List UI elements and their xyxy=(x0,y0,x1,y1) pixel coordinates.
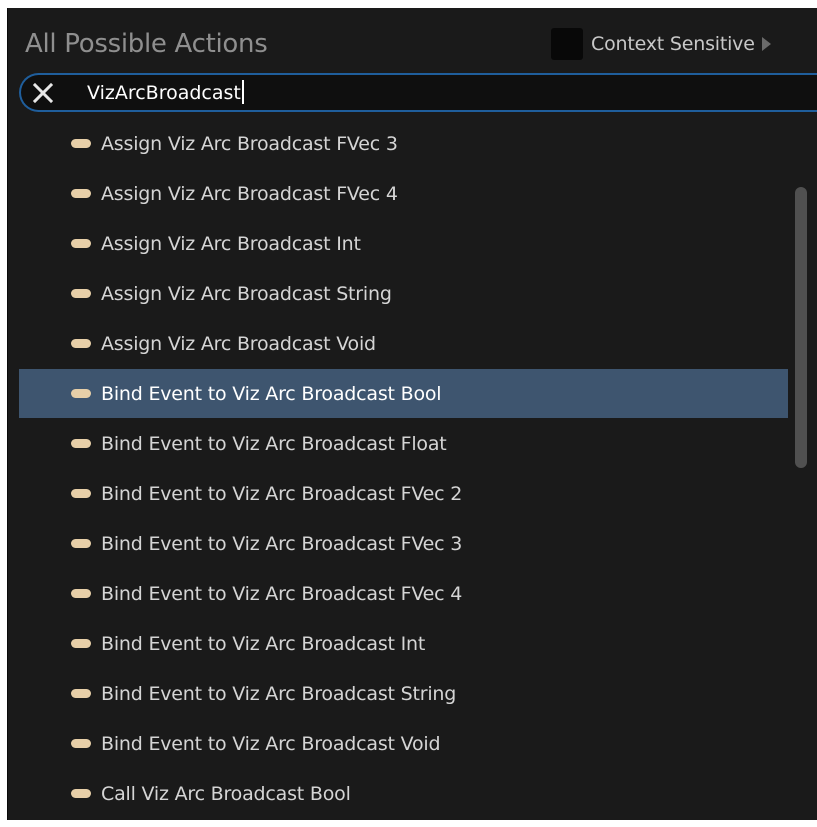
variable-pill-icon xyxy=(71,139,91,148)
action-list-item[interactable]: Bind Event to Viz Arc Broadcast Bool xyxy=(19,369,788,418)
action-list-item[interactable]: Assign Viz Arc Broadcast Void xyxy=(19,319,788,368)
action-list-item[interactable]: Bind Event to Viz Arc Broadcast Void xyxy=(19,719,788,768)
action-list-item-label: Assign Viz Arc Broadcast FVec 3 xyxy=(101,132,398,155)
variable-pill-icon xyxy=(71,739,91,748)
scrollbar-thumb[interactable] xyxy=(795,187,807,468)
close-icon[interactable] xyxy=(31,81,55,105)
action-list-item[interactable]: Assign Viz Arc Broadcast String xyxy=(19,269,788,318)
action-list-item[interactable]: Bind Event to Viz Arc Broadcast Float xyxy=(19,419,788,468)
variable-pill-icon xyxy=(71,439,91,448)
action-list-item-label: Call Viz Arc Broadcast Bool xyxy=(101,782,351,805)
action-list-item[interactable]: Bind Event to Viz Arc Broadcast FVec 2 xyxy=(19,469,788,518)
variable-pill-icon xyxy=(71,589,91,598)
action-list-item-label: Bind Event to Viz Arc Broadcast FVec 2 xyxy=(101,482,463,505)
action-list-item[interactable]: Call Viz Arc Broadcast Bool xyxy=(19,769,788,818)
action-list-item-label: Bind Event to Viz Arc Broadcast Void xyxy=(101,732,441,755)
variable-pill-icon xyxy=(71,789,91,798)
variable-pill-icon xyxy=(71,489,91,498)
variable-pill-icon xyxy=(71,539,91,548)
panel-title: All Possible Actions xyxy=(25,29,268,59)
search-input[interactable]: VizArcBroadcast xyxy=(87,80,687,107)
variable-pill-icon xyxy=(71,239,91,248)
action-list-item[interactable]: Assign Viz Arc Broadcast FVec 4 xyxy=(19,169,788,218)
action-list-item-label: Bind Event to Viz Arc Broadcast FVec 3 xyxy=(101,532,463,555)
action-menu-panel: All Possible Actions Context Sensitive V… xyxy=(7,8,817,820)
variable-pill-icon xyxy=(71,189,91,198)
action-list-item[interactable]: Bind Event to Viz Arc Broadcast FVec 3 xyxy=(19,519,788,568)
variable-pill-icon xyxy=(71,339,91,348)
action-list-item[interactable]: Bind Event to Viz Arc Broadcast String xyxy=(19,669,788,718)
action-list-item-label: Bind Event to Viz Arc Broadcast Float xyxy=(101,432,447,455)
action-list-item-label: Bind Event to Viz Arc Broadcast Int xyxy=(101,632,426,655)
action-menu-header: All Possible Actions Context Sensitive xyxy=(8,8,817,72)
action-list-item-label: Assign Viz Arc Broadcast Void xyxy=(101,332,376,355)
action-list-item-label: Bind Event to Viz Arc Broadcast String xyxy=(101,682,457,705)
variable-pill-icon xyxy=(71,289,91,298)
action-list-item[interactable]: Bind Event to Viz Arc Broadcast FVec 4 xyxy=(19,569,788,618)
action-list-item-label: Assign Viz Arc Broadcast FVec 4 xyxy=(101,182,398,205)
action-list-item-label: Bind Event to Viz Arc Broadcast FVec 4 xyxy=(101,582,463,605)
action-list-item-label: Bind Event to Viz Arc Broadcast Bool xyxy=(101,382,442,405)
context-sensitive-label: Context Sensitive xyxy=(591,33,755,55)
text-caret xyxy=(241,80,244,104)
variable-pill-icon xyxy=(71,639,91,648)
action-list-item-label: Assign Viz Arc Broadcast Int xyxy=(101,232,361,255)
context-sensitive-checkbox[interactable] xyxy=(551,28,583,60)
action-list: Assign Viz Arc Broadcast FVec 3 Assign Vi… xyxy=(8,118,788,820)
search-input-text: VizArcBroadcast xyxy=(87,82,241,104)
search-box[interactable]: VizArcBroadcast xyxy=(19,73,817,112)
action-list-item[interactable]: Assign Viz Arc Broadcast FVec 3 xyxy=(19,119,788,168)
variable-pill-icon xyxy=(71,389,91,398)
variable-pill-icon xyxy=(71,689,91,698)
action-list-item-label: Assign Viz Arc Broadcast String xyxy=(101,282,392,305)
action-list-item[interactable]: Assign Viz Arc Broadcast Int xyxy=(19,219,788,268)
context-sensitive-toggle[interactable]: Context Sensitive xyxy=(551,27,771,61)
chevron-right-icon[interactable] xyxy=(761,37,771,51)
action-list-item[interactable]: Bind Event to Viz Arc Broadcast Int xyxy=(19,619,788,668)
